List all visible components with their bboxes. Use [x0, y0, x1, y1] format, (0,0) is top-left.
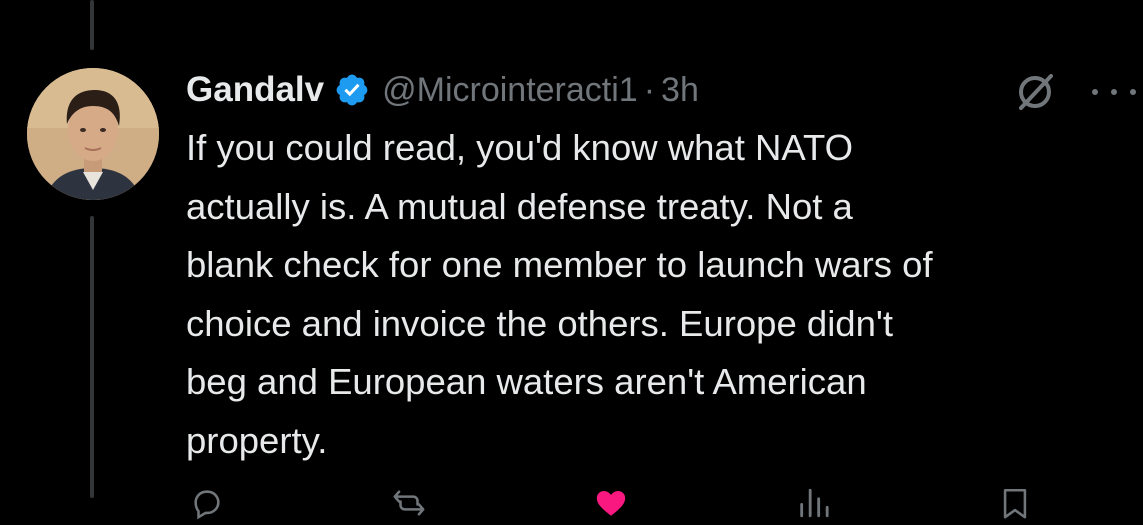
thread-line-top — [90, 0, 94, 50]
more-dot — [1111, 89, 1117, 95]
verified-badge-icon[interactable] — [334, 72, 370, 108]
separator-dot: · — [643, 70, 656, 109]
tweet-timestamp[interactable]: 3h — [661, 71, 699, 110]
tweet-header: Gandalv @Microinteracti1 · 3h — [186, 64, 699, 116]
repost-icon[interactable] — [392, 486, 426, 520]
grok-icon[interactable] — [1013, 70, 1057, 114]
views-icon[interactable] — [796, 486, 830, 520]
author-handle[interactable]: @Microinteracti1 — [382, 71, 638, 110]
more-icon[interactable] — [1092, 70, 1136, 114]
tweet-action-bar — [186, 480, 1046, 520]
more-dot — [1092, 89, 1098, 95]
bookmark-icon[interactable] — [998, 486, 1032, 520]
avatar[interactable] — [27, 68, 159, 200]
thread-line-bottom — [90, 216, 94, 498]
author-display-name[interactable]: Gandalv — [186, 70, 324, 110]
heart-icon[interactable] — [594, 486, 628, 520]
more-dot — [1130, 89, 1136, 95]
reply-icon[interactable] — [190, 486, 224, 520]
tweet-text: If you could read, you'd know what NATO … — [186, 127, 933, 461]
